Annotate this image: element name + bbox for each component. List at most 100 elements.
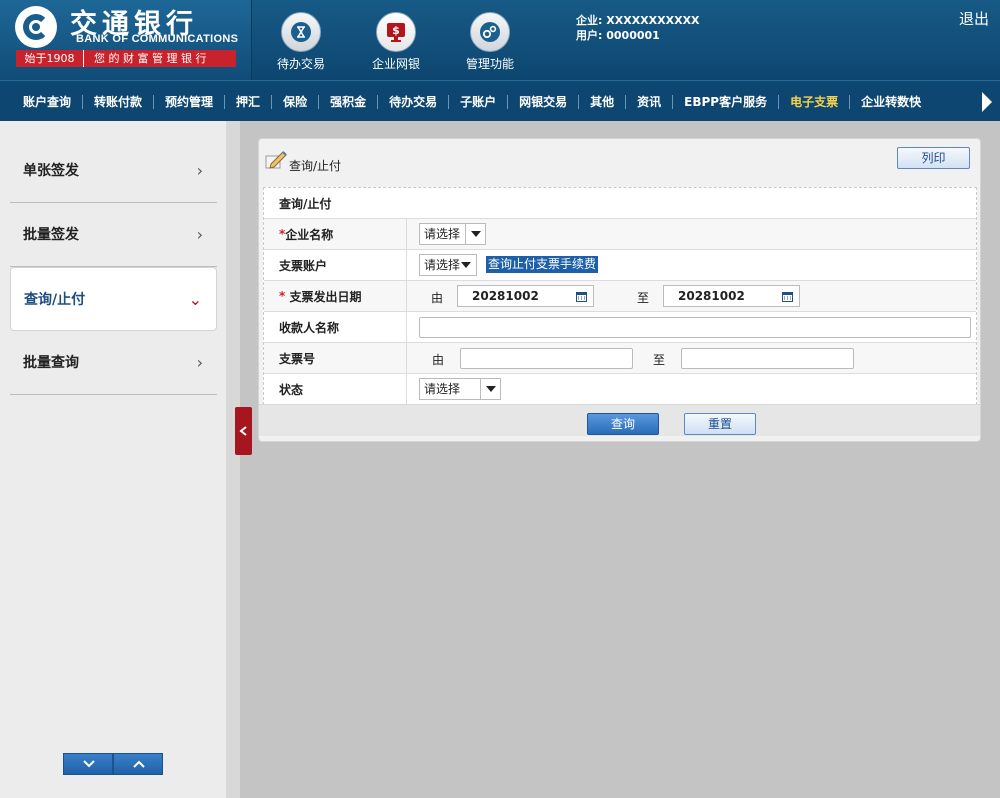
stop-payment-fee-link[interactable]: 查询止付支票手续费 bbox=[486, 256, 599, 273]
payee-input[interactable] bbox=[419, 317, 971, 338]
nav-pending-transactions[interactable]: 待办交易 bbox=[256, 12, 346, 72]
query-form: 查询/止付 * 企业名称 请选择 支票账户 请选择 查询止付支票手续费 * 支票发… bbox=[263, 187, 977, 405]
menu-item[interactable]: 预约管理 bbox=[154, 94, 226, 109]
calendar-icon[interactable] bbox=[576, 291, 587, 302]
scroll-down-button[interactable] bbox=[63, 753, 113, 775]
nav-management-functions-label: 管理功能 bbox=[465, 57, 514, 71]
dropdown-arrow-icon bbox=[456, 255, 476, 275]
date-to-input[interactable]: 20281002 bbox=[663, 285, 800, 307]
issue-date-row: * 支票发出日期 由 20281002 至 20281002 bbox=[264, 281, 976, 312]
main-menu-bar: 账户查询 转账付款 预约管理 押汇 保险 强积金 待办交易 子账户 网银交易 其他 资讯 EBPP客户… bbox=[0, 80, 1000, 121]
date-to-value: 20281002 bbox=[678, 289, 745, 303]
panel-title: 查询/止付 bbox=[289, 159, 342, 173]
chevron-down-icon bbox=[83, 760, 95, 768]
date-to-label: 至 bbox=[637, 291, 650, 305]
reset-button[interactable]: 重置 bbox=[684, 413, 756, 435]
issue-date-label: * 支票发出日期 bbox=[264, 281, 407, 311]
sidebar-item-label: 批量查询 bbox=[23, 355, 79, 371]
menu-item[interactable]: 资讯 bbox=[626, 94, 674, 109]
cheque-account-row: 支票账户 请选择 查询止付支票手续费 bbox=[264, 250, 976, 281]
bank-since: 始于1908 bbox=[16, 50, 84, 67]
menu-item[interactable]: 押汇 bbox=[225, 94, 273, 109]
scroll-up-button[interactable] bbox=[113, 753, 163, 775]
company-name-select-value: 请选择 bbox=[424, 227, 461, 241]
chevron-right-icon: › bbox=[196, 225, 203, 244]
bank-name-en: BANK OF COMMUNICATIONS bbox=[76, 33, 239, 45]
menu-item[interactable]: EBPP客户服务 bbox=[673, 94, 780, 109]
nav-pending-transactions-label: 待办交易 bbox=[276, 57, 325, 71]
menu-item[interactable]: 电子支票 bbox=[779, 94, 851, 109]
date-from-label: 由 bbox=[431, 291, 444, 305]
user-info: 企业: XXXXXXXXXXX 用户: 0000001 bbox=[576, 13, 700, 43]
main-menu-list: 账户查询 转账付款 预约管理 押汇 保险 强积金 待办交易 子账户 网银交易 其他 资讯 EBPP客户… bbox=[0, 81, 1000, 121]
chevron-right-icon: › bbox=[196, 353, 203, 372]
form-button-bar: 查询 重置 bbox=[259, 404, 980, 436]
corporate-banking-icon: $ bbox=[376, 12, 416, 52]
date-from-input[interactable]: 20281002 bbox=[457, 285, 594, 307]
sidebar: 单张签发 › 批量签发 › 查询/止付 ⌄ 批量查询 › bbox=[0, 121, 226, 798]
chevron-left-icon bbox=[239, 426, 247, 436]
form-title: 查询/止付 bbox=[279, 196, 332, 211]
menu-item[interactable]: 待办交易 bbox=[378, 94, 450, 109]
menu-item[interactable]: 其他 bbox=[579, 94, 627, 109]
company-name-row: * 企业名称 请选择 bbox=[264, 219, 976, 250]
top-header: 交通银行 BANK OF COMMUNICATIONS 始于1908 您的财富管理… bbox=[0, 0, 1000, 80]
form-title-row: 查询/止付 bbox=[264, 188, 976, 219]
sidebar-item-single-issue[interactable]: 单张签发 › bbox=[10, 139, 217, 203]
menu-item[interactable]: 转账付款 bbox=[83, 94, 155, 109]
cheque-from-label: 由 bbox=[432, 353, 445, 367]
menu-item[interactable]: 强积金 bbox=[319, 94, 379, 109]
query-button[interactable]: 查询 bbox=[587, 413, 659, 435]
dropdown-arrow-icon bbox=[480, 379, 500, 399]
cheque-account-select[interactable]: 请选择 bbox=[419, 254, 477, 276]
cheque-number-row: 支票号 由 至 bbox=[264, 343, 976, 374]
company-label: 企业: bbox=[576, 14, 603, 27]
menu-item[interactable]: 保险 bbox=[272, 94, 320, 109]
cheque-to-label: 至 bbox=[653, 353, 666, 367]
sidebar-item-query-stop-payment[interactable]: 查询/止付 ⌄ bbox=[10, 267, 217, 331]
menu-item[interactable]: 子账户 bbox=[449, 94, 509, 109]
company-name-label: * 企业名称 bbox=[264, 219, 407, 249]
user-label: 用户: bbox=[576, 29, 603, 42]
cheque-number-from-input[interactable] bbox=[460, 348, 633, 369]
collapse-sidebar-button[interactable] bbox=[235, 407, 252, 455]
query-stop-payment-panel: 查询/止付 列印 查询/止付 * 企业名称 请选择 支票账户 请选择 查询止付支票… bbox=[258, 138, 981, 442]
edit-note-icon bbox=[265, 151, 287, 169]
required-mark: * bbox=[279, 289, 286, 303]
nav-management-functions[interactable]: 管理功能 bbox=[445, 12, 535, 72]
pending-transactions-icon bbox=[281, 12, 321, 52]
nav-corporate-banking-label: 企业网银 bbox=[371, 57, 420, 71]
menu-item[interactable]: 企业转数快 bbox=[850, 95, 932, 109]
menu-scroll-right-icon[interactable] bbox=[982, 92, 992, 112]
sidebar-item-label: 查询/止付 bbox=[24, 292, 86, 308]
print-button[interactable]: 列印 bbox=[897, 147, 970, 169]
management-gears-icon bbox=[470, 12, 510, 52]
bank-logo[interactable]: 交通银行 BANK OF COMMUNICATIONS 始于1908 您的财富管理… bbox=[0, 0, 252, 80]
payee-label: 收款人名称 bbox=[264, 312, 407, 342]
dropdown-arrow-icon bbox=[465, 224, 485, 244]
payee-row: 收款人名称 bbox=[264, 312, 976, 343]
menu-item[interactable]: 网银交易 bbox=[508, 94, 580, 109]
svg-text:$: $ bbox=[392, 24, 400, 37]
cheque-number-label: 支票号 bbox=[264, 343, 407, 373]
chevron-right-icon: › bbox=[196, 161, 203, 180]
company-name-label-text: 企业名称 bbox=[285, 227, 334, 242]
bank-emblem-icon bbox=[15, 6, 57, 48]
sidebar-divider bbox=[226, 121, 240, 798]
logout-button[interactable]: 退出 bbox=[959, 8, 989, 29]
sidebar-item-label: 单张签发 bbox=[23, 163, 79, 179]
sidebar-pager bbox=[63, 753, 163, 775]
company-name-select[interactable]: 请选择 bbox=[419, 223, 486, 245]
user-value: 0000001 bbox=[606, 29, 660, 42]
sidebar-item-batch-issue[interactable]: 批量签发 › bbox=[10, 203, 217, 267]
menu-item[interactable]: 账户查询 bbox=[12, 94, 84, 109]
sidebar-item-batch-query[interactable]: 批量查询 › bbox=[10, 331, 217, 395]
status-select-value: 请选择 bbox=[424, 382, 461, 396]
nav-corporate-banking[interactable]: $ 企业网银 bbox=[351, 12, 441, 72]
sidebar-item-label: 批量签发 bbox=[23, 227, 79, 243]
calendar-icon[interactable] bbox=[782, 291, 793, 302]
status-row: 状态 请选择 bbox=[264, 374, 976, 405]
status-select[interactable]: 请选择 bbox=[419, 378, 501, 400]
chevron-up-icon bbox=[133, 760, 145, 768]
cheque-number-to-input[interactable] bbox=[681, 348, 854, 369]
